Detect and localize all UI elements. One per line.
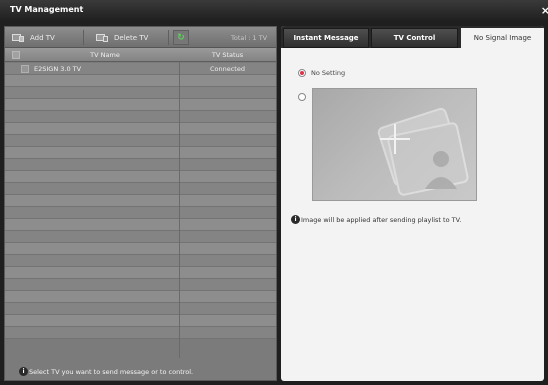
no-signal-hint: i Image will be applied after sending pl… bbox=[291, 215, 461, 224]
tab-instant-message[interactable]: Instant Message bbox=[283, 28, 369, 48]
table-row bbox=[5, 159, 276, 171]
table-row bbox=[5, 303, 276, 315]
table-row bbox=[5, 195, 276, 207]
table-row bbox=[5, 183, 276, 195]
table-row[interactable]: E2SIGN 3.0 TV Connected bbox=[5, 63, 276, 75]
row-checkbox[interactable] bbox=[21, 65, 29, 73]
no-signal-image-picker[interactable] bbox=[312, 88, 477, 201]
add-tv-button[interactable]: Add TV bbox=[12, 30, 55, 45]
no-signal-hint-text: Image will be applied after sending play… bbox=[301, 215, 462, 224]
tab-tv-control[interactable]: TV Control bbox=[371, 28, 458, 48]
tv-toolbar: Add TV Delete TV ↻ Total : 1 TV bbox=[5, 27, 276, 48]
no-setting-label: No Setting bbox=[311, 69, 346, 77]
table-row bbox=[5, 75, 276, 87]
refresh-icon[interactable]: ↻ bbox=[173, 30, 189, 45]
table-row bbox=[5, 255, 276, 267]
table-header: TV Name TV Status bbox=[5, 48, 276, 62]
tv-name-cell: E2SIGN 3.0 TV bbox=[34, 65, 82, 73]
tab-no-signal-image[interactable]: No Signal Image bbox=[461, 28, 544, 48]
tv-total-count: Total : 1 TV bbox=[231, 34, 268, 42]
settings-tabs: Instant Message TV Control No Signal Ima… bbox=[281, 26, 544, 48]
close-icon[interactable]: × bbox=[541, 4, 548, 17]
tv-rows: E2SIGN 3.0 TV Connected bbox=[5, 63, 276, 339]
table-row bbox=[5, 123, 276, 135]
column-tv-status: TV Status bbox=[211, 51, 244, 59]
title-bar: TV Management × bbox=[0, 0, 548, 22]
table-row bbox=[5, 327, 276, 339]
tv-table: TV Name TV Status E2SIGN 3.0 TV Connected bbox=[5, 48, 276, 358]
info-icon: i bbox=[291, 215, 300, 224]
table-row bbox=[5, 147, 276, 159]
delete-tv-button[interactable]: Delete TV bbox=[96, 30, 148, 45]
no-setting-radio[interactable] bbox=[298, 69, 306, 77]
add-image-icon bbox=[380, 124, 410, 154]
toolbar-divider bbox=[83, 30, 84, 45]
table-row bbox=[5, 99, 276, 111]
custom-image-radio[interactable] bbox=[298, 93, 306, 101]
tv-management-window: TV Management × Add TV Delete TV ↻ Total… bbox=[0, 0, 548, 385]
column-divider bbox=[179, 62, 180, 358]
table-row bbox=[5, 279, 276, 291]
info-icon: i bbox=[19, 367, 28, 376]
toolbar-divider bbox=[168, 30, 169, 45]
table-row bbox=[5, 267, 276, 279]
tv-settings-panel: Instant Message TV Control No Signal Ima… bbox=[281, 26, 544, 381]
tv-status-cell: Connected bbox=[209, 65, 245, 73]
table-row bbox=[5, 231, 276, 243]
left-hint-text: Select TV you want to send message or to… bbox=[29, 367, 194, 376]
delete-tv-label: Delete TV bbox=[114, 33, 149, 42]
table-row bbox=[5, 87, 276, 99]
table-row bbox=[5, 243, 276, 255]
table-row bbox=[5, 219, 276, 231]
left-hint: i Select TV you want to send message or … bbox=[19, 367, 193, 376]
window-title: TV Management bbox=[10, 5, 84, 14]
add-tv-icon bbox=[12, 33, 24, 43]
add-tv-label: Add TV bbox=[30, 33, 55, 42]
table-row bbox=[5, 315, 276, 327]
table-row bbox=[5, 291, 276, 303]
table-row bbox=[5, 135, 276, 147]
delete-tv-icon bbox=[96, 33, 108, 43]
table-row bbox=[5, 207, 276, 219]
tv-list-panel: Add TV Delete TV ↻ Total : 1 TV TV Name … bbox=[4, 26, 277, 381]
column-tv-name: TV Name bbox=[90, 51, 120, 59]
select-all-checkbox[interactable] bbox=[12, 51, 20, 59]
table-row bbox=[5, 111, 276, 123]
table-row bbox=[5, 171, 276, 183]
